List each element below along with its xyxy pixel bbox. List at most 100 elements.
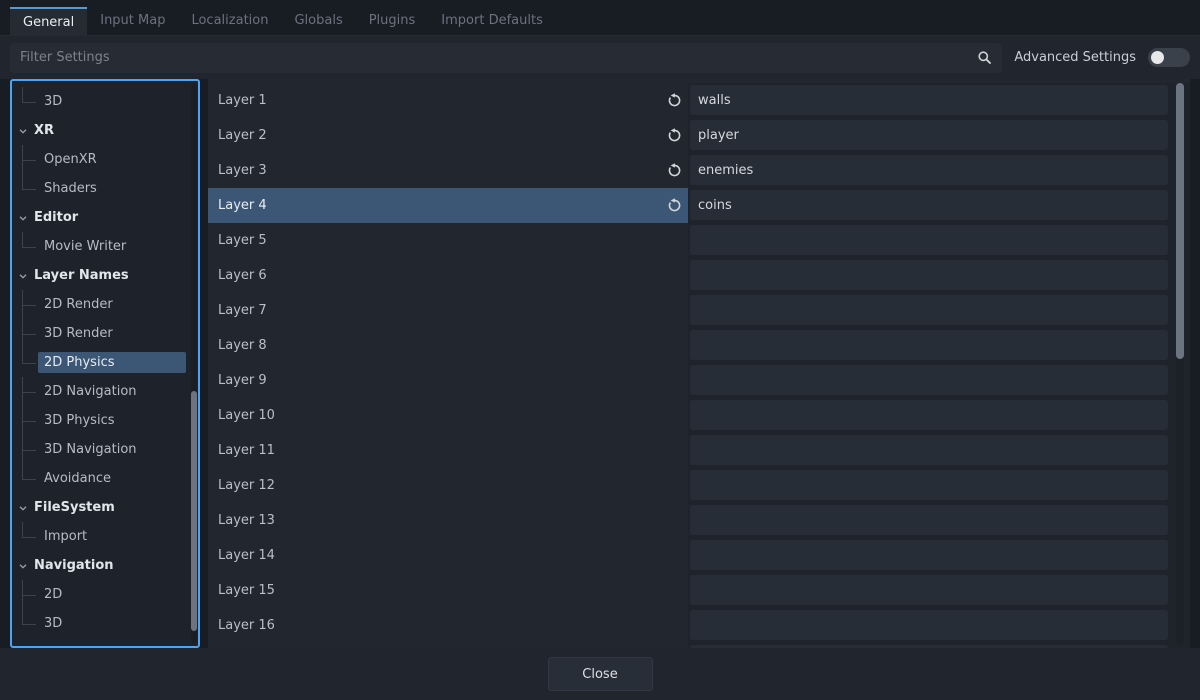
value-field[interactable] xyxy=(690,365,1168,395)
chevron-down-icon[interactable] xyxy=(17,125,31,137)
settings-row-layer-1[interactable]: Layer 1 walls xyxy=(208,83,1190,118)
settings-row-layer-4[interactable]: Layer 4 coins xyxy=(208,188,1190,223)
settings-row-layer-8[interactable]: Layer 8 xyxy=(208,328,1190,363)
setting-label: Layer 8 xyxy=(218,338,267,353)
setting-label: Layer 3 xyxy=(218,163,267,178)
tree-line xyxy=(22,348,38,377)
settings-row-layer-11[interactable]: Layer 11 xyxy=(208,433,1190,468)
tree-line xyxy=(22,174,38,203)
settings-row-layer-13[interactable]: Layer 13 xyxy=(208,503,1190,538)
settings-row-layer-6[interactable]: Layer 6 xyxy=(208,258,1190,293)
value-field[interactable] xyxy=(690,295,1168,325)
value-field[interactable] xyxy=(690,225,1168,255)
tree-line xyxy=(22,319,38,348)
filter-placeholder: Filter Settings xyxy=(20,50,969,65)
sidebar-item-editor[interactable]: Editor xyxy=(12,203,198,232)
value-field[interactable] xyxy=(690,575,1168,605)
setting-label: Layer 13 xyxy=(218,513,275,528)
settings-row-layer-2[interactable]: Layer 2 player xyxy=(208,118,1190,153)
value-field[interactable] xyxy=(690,435,1168,465)
tree-line xyxy=(22,609,38,638)
tree-line xyxy=(22,435,38,464)
sidebar-item-2d-render[interactable]: 2D Render xyxy=(12,290,198,319)
value-field[interactable]: player xyxy=(690,120,1168,150)
tree-line xyxy=(22,232,38,261)
revert-icon[interactable] xyxy=(663,195,685,217)
advanced-settings-label: Advanced Settings xyxy=(1014,50,1136,65)
sidebar-item-openxr[interactable]: OpenXR xyxy=(12,145,198,174)
sidebar-item-filesystem[interactable]: FileSystem xyxy=(12,493,198,522)
sidebar-item-3d-render[interactable]: 3D Render xyxy=(12,319,198,348)
chevron-down-icon[interactable] xyxy=(17,560,31,572)
tree-line xyxy=(22,406,38,435)
sidebar-item-nav-2d[interactable]: 2D xyxy=(12,580,198,609)
chevron-down-icon[interactable] xyxy=(17,502,31,514)
value-field[interactable] xyxy=(690,260,1168,290)
sidebar-item-2d-navigation[interactable]: 2D Navigation xyxy=(12,377,198,406)
setting-label: Layer 10 xyxy=(218,408,275,423)
filter-bar: Filter Settings Advanced Settings xyxy=(0,36,1200,79)
setting-label: Layer 5 xyxy=(218,233,267,248)
tree-line xyxy=(22,87,38,116)
setting-label: Layer 16 xyxy=(218,618,275,633)
close-button[interactable]: Close xyxy=(548,657,653,691)
tab-localization[interactable]: Localization xyxy=(178,7,281,35)
setting-label: Layer 7 xyxy=(218,303,267,318)
sidebar-scrollbar-thumb[interactable] xyxy=(191,391,197,631)
sidebar-item-movie-writer[interactable]: Movie Writer xyxy=(12,232,198,261)
sidebar-item-shaders[interactable]: Shaders xyxy=(12,174,198,203)
setting-label: Layer 9 xyxy=(218,373,267,388)
settings-row-layer-14[interactable]: Layer 14 xyxy=(208,538,1190,573)
sidebar-item-3d-physics[interactable]: 3D Physics xyxy=(12,406,198,435)
setting-label: Layer 6 xyxy=(218,268,267,283)
settings-category-tree: 3D XR OpenXR Shaders Editor Movie Writer… xyxy=(10,79,200,648)
setting-label: Layer 15 xyxy=(218,583,275,598)
settings-row-layer-16[interactable]: Layer 16 xyxy=(208,608,1190,643)
sidebar-item-3d[interactable]: 3D xyxy=(12,87,198,116)
value-field[interactable] xyxy=(690,400,1168,430)
settings-row-layer-5[interactable]: Layer 5 xyxy=(208,223,1190,258)
advanced-settings-toggle[interactable] xyxy=(1148,48,1190,67)
setting-label: Layer 1 xyxy=(218,93,267,108)
settings-row-layer-3[interactable]: Layer 3 enemies xyxy=(208,153,1190,188)
sidebar-item-avoidance[interactable]: Avoidance xyxy=(12,464,198,493)
sidebar-item-navigation[interactable]: Navigation xyxy=(12,551,198,580)
dialog-footer: Close xyxy=(0,648,1200,700)
settings-row-layer-7[interactable]: Layer 7 xyxy=(208,293,1190,328)
value-field[interactable] xyxy=(690,330,1168,360)
search-icon xyxy=(977,50,992,65)
tab-plugins[interactable]: Plugins xyxy=(356,7,429,35)
sidebar-item-import[interactable]: Import xyxy=(12,522,198,551)
chevron-down-icon[interactable] xyxy=(17,270,31,282)
settings-row-layer-15[interactable]: Layer 15 xyxy=(208,573,1190,608)
revert-icon[interactable] xyxy=(663,160,685,182)
sidebar-item-nav-3d[interactable]: 3D xyxy=(12,609,198,638)
setting-label: Layer 12 xyxy=(218,478,275,493)
tree-line xyxy=(22,145,38,174)
settings-row-layer-9[interactable]: Layer 9 xyxy=(208,363,1190,398)
value-field[interactable]: enemies xyxy=(690,155,1168,185)
sidebar-item-2d-physics[interactable]: 2D Physics xyxy=(12,348,198,377)
revert-icon[interactable] xyxy=(663,90,685,112)
value-field[interactable]: walls xyxy=(690,85,1168,115)
value-field[interactable] xyxy=(690,540,1168,570)
value-field[interactable]: coins xyxy=(690,190,1168,220)
tab-general[interactable]: General xyxy=(10,7,87,35)
chevron-down-icon[interactable] xyxy=(17,212,31,224)
setting-label: Layer 11 xyxy=(218,443,275,458)
value-field[interactable] xyxy=(690,470,1168,500)
filter-settings-input[interactable]: Filter Settings xyxy=(10,43,1002,73)
settings-tab-bar: General Input Map Localization Globals P… xyxy=(0,0,1200,36)
tab-input-map[interactable]: Input Map xyxy=(87,7,178,35)
settings-row-layer-12[interactable]: Layer 12 xyxy=(208,468,1190,503)
settings-row-layer-10[interactable]: Layer 10 xyxy=(208,398,1190,433)
revert-icon[interactable] xyxy=(663,125,685,147)
sidebar-item-3d-navigation[interactable]: 3D Navigation xyxy=(12,435,198,464)
sidebar-item-xr[interactable]: XR xyxy=(12,116,198,145)
tab-import-defaults[interactable]: Import Defaults xyxy=(428,7,556,35)
value-field[interactable] xyxy=(690,610,1168,640)
tab-globals[interactable]: Globals xyxy=(281,7,355,35)
main-scrollbar-thumb[interactable] xyxy=(1176,83,1184,359)
value-field[interactable] xyxy=(690,505,1168,535)
sidebar-item-layer-names[interactable]: Layer Names xyxy=(12,261,198,290)
